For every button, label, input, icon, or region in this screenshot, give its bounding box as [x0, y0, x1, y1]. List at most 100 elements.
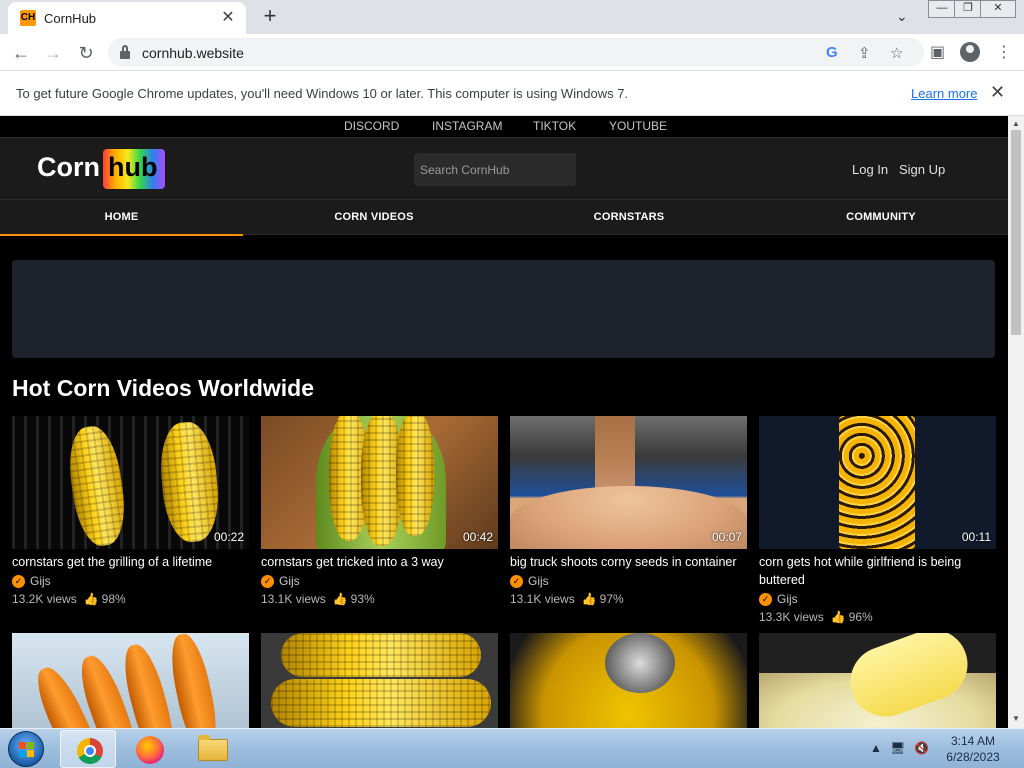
video-thumbnail[interactable]	[261, 633, 498, 728]
video-stats: 13.1K views 👍 97%	[510, 590, 747, 608]
video-title[interactable]: cornstars get tricked into a 3 way	[261, 553, 498, 571]
scroll-up-arrow-icon[interactable]: ▲	[1012, 119, 1020, 128]
rating-percent: 98%	[101, 592, 126, 606]
discord-link[interactable]: DISCORD	[344, 119, 399, 133]
tab-close-icon[interactable]: ✕	[218, 8, 238, 28]
site-header: Corn hub Log In Sign Up	[0, 137, 1008, 199]
tiktok-link[interactable]: TIKTOK	[533, 119, 576, 133]
tab-title: CornHub	[44, 11, 97, 26]
thumbs-up-icon: 👍	[83, 592, 99, 606]
tab-strip: CH CornHub ✕ + ⌄ — ❐ ✕	[0, 0, 1024, 34]
video-thumbnail[interactable]: 00:11	[759, 416, 996, 549]
video-card[interactable]: 00:11 corn gets hot while girlfriend is …	[759, 416, 996, 626]
nav-cornstars[interactable]: CORNSTARS	[508, 200, 750, 236]
share-icon[interactable]: ⇪	[858, 44, 871, 62]
reload-icon[interactable]: ↻	[75, 42, 97, 64]
video-card[interactable]: 00:42 cornstars get tricked into a 3 way…	[261, 416, 498, 608]
signup-link[interactable]: Sign Up	[899, 162, 945, 177]
video-uploader[interactable]: ✓ Gijs	[12, 572, 249, 590]
infobar-message: To get future Google Chrome updates, you…	[16, 86, 629, 101]
youtube-link[interactable]: YOUTUBE	[609, 119, 667, 133]
browser-tab[interactable]: CH CornHub ✕	[8, 2, 246, 34]
folder-icon	[198, 735, 228, 761]
video-thumbnail[interactable]	[759, 633, 996, 728]
video-uploader[interactable]: ✓ Gijs	[261, 572, 498, 590]
video-uploader[interactable]: ✓ Gijs	[510, 572, 747, 590]
video-card[interactable]	[261, 633, 498, 728]
windows-logo-icon	[19, 742, 35, 758]
logo-hub-badge[interactable]: hub	[103, 149, 165, 189]
video-thumbnail[interactable]	[12, 633, 249, 728]
url-text[interactable]: cornhub.website	[142, 45, 244, 61]
logo-text-hub: hub	[108, 152, 158, 182]
video-card[interactable]	[759, 633, 996, 728]
network-icon[interactable]: 🖥	[890, 741, 905, 755]
video-title[interactable]: corn gets hot while girlfriend is being …	[759, 553, 996, 589]
uploader-name[interactable]: Gijs	[279, 574, 300, 588]
check-badge-icon: ✓	[510, 574, 523, 588]
video-thumbnail[interactable]: 00:07	[510, 416, 747, 549]
taskbar-firefox[interactable]	[122, 730, 178, 768]
instagram-link[interactable]: INSTAGRAM	[432, 119, 502, 133]
view-count: 13.1K views	[261, 592, 326, 606]
windows-taskbar: ▲ 🖥 🔇 3:14 AM 6/28/2023	[0, 728, 1024, 768]
video-stats: 13.1K views 👍 93%	[261, 590, 498, 608]
menu-dots-icon[interactable]: ⋮	[996, 42, 1012, 62]
rating-percent: 96%	[848, 610, 873, 624]
page-scrollbar[interactable]: ▲ ▼	[1008, 116, 1024, 728]
show-hidden-icons-icon[interactable]: ▲	[870, 741, 882, 755]
restore-button[interactable]: ❐	[954, 0, 982, 18]
nav-home[interactable]: HOME	[0, 200, 243, 236]
logo-text-corn[interactable]: Corn	[37, 152, 100, 183]
video-duration: 00:07	[711, 530, 742, 544]
video-thumbnail[interactable]: 00:22	[12, 416, 249, 549]
uploader-name[interactable]: Gijs	[528, 574, 549, 588]
web-page: DISCORD INSTAGRAM TIKTOK YOUTUBE Corn hu…	[0, 116, 1008, 728]
section-title: Hot Corn Videos Worldwide	[12, 375, 314, 401]
search-input[interactable]	[414, 153, 576, 186]
infobar-close-icon[interactable]: ✕	[990, 82, 1005, 103]
bookmark-star-icon[interactable]: ☆	[890, 44, 903, 62]
scrollbar-thumb[interactable]	[1011, 130, 1021, 335]
video-title[interactable]: big truck shoots corny seeds in containe…	[510, 553, 747, 571]
google-translate-icon[interactable]: G	[826, 44, 838, 61]
main-nav: HOME CORN VIDEOS CORNSTARS COMMUNITY	[0, 199, 1008, 236]
video-stats: 13.3K views 👍 96%	[759, 608, 996, 626]
start-button[interactable]	[8, 731, 44, 767]
profile-avatar-icon[interactable]	[960, 42, 980, 62]
minimize-button[interactable]: —	[928, 0, 956, 18]
taskbar-explorer[interactable]	[184, 730, 240, 768]
ad-banner[interactable]	[12, 260, 995, 358]
video-thumbnail[interactable]: 00:42	[261, 416, 498, 549]
nav-corn-videos[interactable]: CORN VIDEOS	[253, 200, 495, 236]
rating-percent: 93%	[350, 592, 375, 606]
uploader-name[interactable]: Gijs	[30, 574, 51, 588]
system-clock[interactable]: 3:14 AM 6/28/2023	[938, 733, 1008, 765]
tab-search-chevron-icon[interactable]: ⌄	[896, 8, 908, 25]
taskbar-chrome[interactable]	[60, 730, 116, 768]
video-card[interactable]: 00:07 big truck shoots corny seeds in co…	[510, 416, 747, 608]
side-panel-icon[interactable]: ▣	[930, 42, 945, 62]
lock-icon[interactable]	[120, 45, 130, 59]
video-card[interactable]	[510, 633, 747, 728]
video-uploader[interactable]: ✓ Gijs	[759, 590, 996, 608]
close-window-button[interactable]: ✕	[980, 0, 1016, 18]
forward-arrow-icon[interactable]: →	[42, 42, 64, 64]
check-badge-icon: ✓	[12, 574, 25, 588]
video-title[interactable]: cornstars get the grilling of a lifetime	[12, 553, 249, 571]
video-card[interactable]	[12, 633, 249, 728]
nav-community[interactable]: COMMUNITY	[760, 200, 1002, 236]
learn-more-link[interactable]: Learn more	[911, 86, 977, 101]
video-thumbnail[interactable]	[510, 633, 747, 728]
chrome-icon	[77, 738, 103, 764]
view-count: 13.2K views	[12, 592, 77, 606]
view-count: 13.1K views	[510, 592, 575, 606]
address-bar[interactable]: cornhub.website G ⇪ ☆	[108, 38, 924, 67]
login-link[interactable]: Log In	[852, 162, 888, 177]
new-tab-button[interactable]: +	[258, 5, 282, 27]
volume-muted-icon[interactable]: 🔇	[914, 741, 929, 755]
back-arrow-icon[interactable]: ←	[10, 42, 32, 64]
scroll-down-arrow-icon[interactable]: ▼	[1012, 714, 1020, 723]
video-card[interactable]: 00:22 cornstars get the grilling of a li…	[12, 416, 249, 608]
uploader-name[interactable]: Gijs	[777, 592, 798, 606]
